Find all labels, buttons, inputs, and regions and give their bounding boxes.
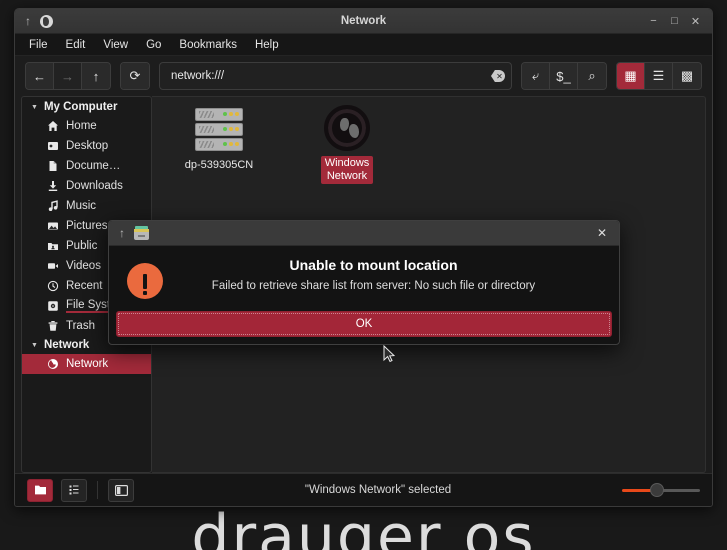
- path-entry[interactable]: network:/// ✕: [159, 62, 512, 90]
- menu-item-edit[interactable]: Edit: [66, 39, 86, 51]
- terminal-icon[interactable]: $_: [550, 63, 578, 89]
- public-icon: [46, 240, 59, 253]
- music-icon: [46, 200, 59, 213]
- navigation-button-group: ← → ↑: [25, 62, 111, 90]
- minimize-button[interactable]: −: [644, 12, 663, 31]
- view-grid-icon[interactable]: ▦: [617, 63, 645, 89]
- menu-item-bookmarks[interactable]: Bookmarks: [179, 39, 237, 51]
- sidebar-item-label: Network: [66, 358, 109, 370]
- warning-exclamation-icon: [127, 263, 163, 299]
- sidebar-item-label: Videos: [66, 260, 101, 272]
- view-mode-button-group: ▦ ☰ ▩: [616, 62, 702, 90]
- action-button-group: ⤶ $_ ⌕: [521, 62, 607, 90]
- disk-icon: [46, 300, 59, 313]
- menu-item-view[interactable]: View: [103, 39, 128, 51]
- sidebar-item-label: Public: [66, 240, 98, 252]
- sidebar-item-label: Docume…: [66, 160, 121, 172]
- statusbar: "Windows Network" selected: [15, 473, 712, 506]
- dialog-detail: Failed to retrieve share list from serve…: [211, 280, 536, 292]
- reload-icon[interactable]: ⟳: [121, 63, 149, 89]
- close-button[interactable]: ✕: [686, 12, 705, 31]
- sidebar-item-label: Recent: [66, 280, 103, 292]
- titlebar-icons: ↑: [15, 14, 53, 28]
- sidebar-item-downloads[interactable]: Downloads: [22, 176, 151, 196]
- sidebar-item-label: Trash: [66, 320, 95, 332]
- menu-item-help[interactable]: Help: [255, 39, 279, 51]
- window-controls: − □ ✕: [644, 12, 712, 31]
- document-icon: [46, 160, 59, 173]
- path-value: network:///: [171, 70, 225, 82]
- sidebar-item-label: File Syst: [66, 299, 111, 313]
- videos-icon: [46, 260, 59, 273]
- pictures-icon: [46, 220, 59, 233]
- status-text: "Windows Network" selected: [304, 484, 452, 496]
- menu-item-go[interactable]: Go: [146, 39, 161, 51]
- globe-icon: [40, 14, 53, 28]
- menu-item-file[interactable]: File: [29, 39, 48, 51]
- ok-button[interactable]: OK: [116, 311, 612, 337]
- sidebar-group-my-computer[interactable]: ▼ My Computer: [22, 98, 151, 116]
- error-dialog: ↑ ✕ Unable to mount location Failed to r…: [108, 220, 620, 345]
- clock-icon: [46, 280, 59, 293]
- maximize-button[interactable]: □: [665, 12, 684, 31]
- clear-icon[interactable]: ✕: [491, 70, 505, 82]
- sidebar-item-desktop[interactable]: Desktop: [22, 136, 151, 156]
- view-compact-icon[interactable]: ▩: [673, 63, 701, 89]
- network-globe-icon: [46, 358, 59, 371]
- file-item-label: dp-539305CN: [184, 159, 254, 171]
- dialog-body: Unable to mount location Failed to retri…: [109, 246, 619, 311]
- forward-button[interactable]: →: [54, 63, 82, 89]
- menubar: File Edit View Go Bookmarks Help: [15, 34, 712, 56]
- back-button[interactable]: ←: [26, 63, 54, 89]
- dialog-titlebar[interactable]: ↑ ✕: [109, 221, 619, 246]
- up-arrow-icon[interactable]: ↑: [25, 15, 31, 27]
- up-button[interactable]: ↑: [82, 63, 110, 89]
- file-item-label: Windows Network: [320, 156, 374, 184]
- zoom-slider[interactable]: [622, 483, 700, 497]
- sidebar-toggle-button[interactable]: [108, 478, 134, 502]
- share-icon[interactable]: ⤶: [522, 63, 550, 89]
- sidebar-item-home[interactable]: Home: [22, 116, 151, 136]
- reload-button-group: ⟳: [120, 62, 150, 90]
- window-titlebar[interactable]: ↑ Network − □ ✕: [15, 9, 712, 34]
- dialog-text: Unable to mount location Failed to retri…: [180, 257, 601, 292]
- statusbar-divider: [97, 481, 98, 499]
- dialog-close-button[interactable]: ✕: [593, 224, 611, 242]
- file-item-windows-network[interactable]: Windows Network: [302, 105, 392, 184]
- toolbar: ← → ↑ ⟳ network:/// ✕ ⤶ $_ ⌕ ▦ ☰ ▩: [15, 56, 712, 96]
- zoom-slider-handle[interactable]: [650, 483, 665, 497]
- sidebar-item-music[interactable]: Music: [22, 196, 151, 216]
- desktop: drauger os ↑ Network − □ ✕ File Edit Vie…: [0, 0, 727, 550]
- sidebar-item-label: Desktop: [66, 140, 109, 152]
- sidebar-item-network[interactable]: Network: [22, 354, 151, 374]
- chevron-down-icon[interactable]: ▼: [31, 342, 38, 349]
- chevron-down-icon[interactable]: ▼: [31, 104, 38, 111]
- sidebar-item-label: Home: [66, 120, 97, 132]
- view-tree-button[interactable]: [61, 478, 87, 502]
- search-icon[interactable]: ⌕: [578, 63, 606, 89]
- sidebar-item-label: Downloads: [66, 180, 123, 192]
- wallpaper-text: drauger os: [191, 502, 536, 550]
- dialog-actions: OK: [109, 311, 619, 344]
- dialog-heading: Unable to mount location: [289, 257, 458, 273]
- file-drawer-icon: [134, 226, 149, 240]
- file-item-server[interactable]: dp-539305CN: [174, 105, 264, 184]
- globe-icon: [324, 105, 370, 151]
- view-folder-button[interactable]: [27, 478, 53, 502]
- trash-icon: [46, 320, 59, 333]
- up-arrow-icon[interactable]: ↑: [119, 227, 125, 239]
- icon-view: dp-539305CN Windows Network: [152, 97, 705, 184]
- sidebar-group-label: My Computer: [43, 101, 118, 113]
- sidebar-item-documents[interactable]: Docume…: [22, 156, 151, 176]
- home-icon: [46, 120, 59, 133]
- download-icon: [46, 180, 59, 193]
- server-icon: [195, 105, 243, 153]
- window-title: Network: [340, 15, 387, 27]
- view-list-icon[interactable]: ☰: [645, 63, 673, 89]
- desktop-icon: [46, 140, 59, 153]
- sidebar-item-label: Music: [66, 200, 97, 212]
- sidebar-group-label: Network: [43, 339, 90, 351]
- sidebar-item-label: Pictures: [66, 220, 108, 232]
